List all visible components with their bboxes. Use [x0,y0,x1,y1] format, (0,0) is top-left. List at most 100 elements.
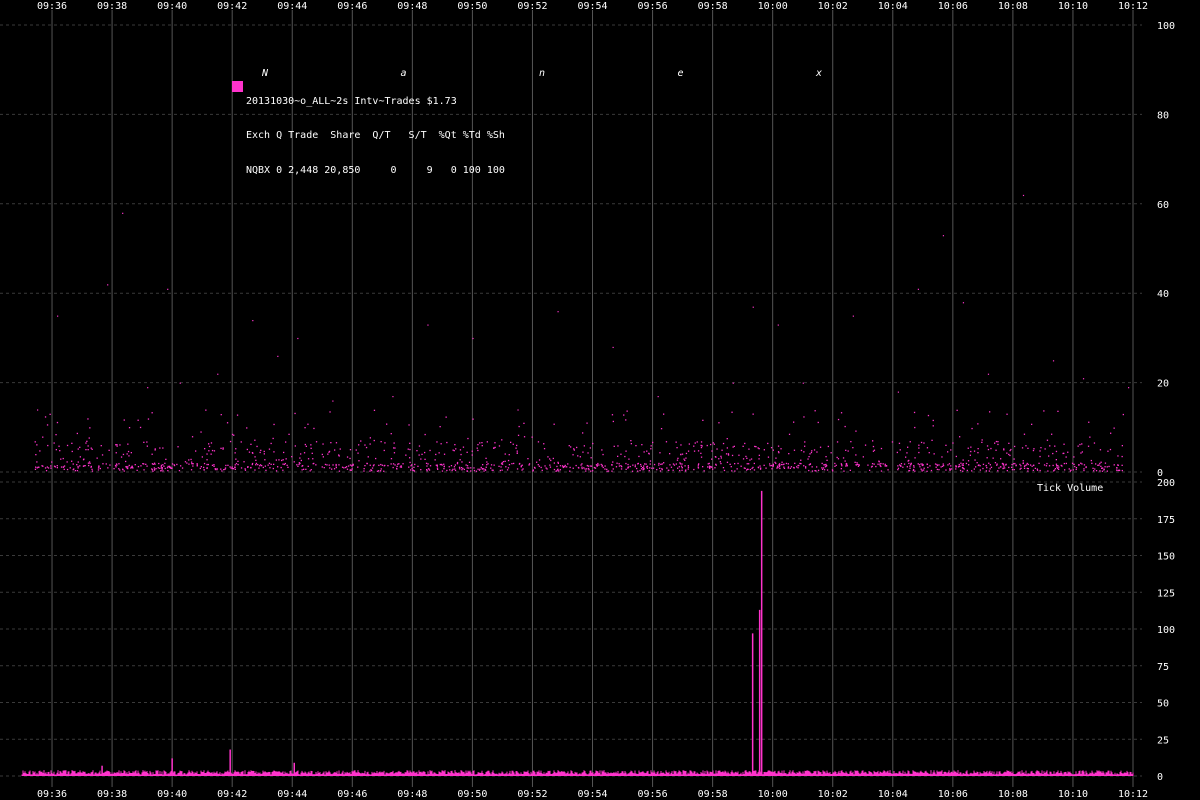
scatter-point [587,467,590,470]
scatter-point [466,451,468,453]
scatter-point [466,467,468,469]
scatter-point [521,464,523,466]
scatter-point [459,468,461,470]
scatter-point [668,469,670,471]
scatter-point [1051,433,1053,435]
scatter-point [987,373,990,375]
scatter-point [834,465,836,467]
scatter-point [1072,469,1074,471]
scatter-point [794,462,796,464]
scatter-point [1102,467,1104,469]
scatter-point [107,284,109,286]
scatter-point [108,449,110,451]
scatter-point [559,469,561,471]
scatter-point [780,448,782,450]
scatter-point [220,447,222,449]
scatter-point [1085,466,1087,468]
scatter-point [1039,450,1041,452]
scatter-point [677,467,679,469]
x-tick-top-1010: 10:10 [1058,1,1088,12]
scatter-point [152,470,154,472]
scatter-point [1056,466,1058,468]
scatter-point [196,463,198,465]
scatter-point [929,465,931,467]
scatter-point [580,464,582,466]
scatter-point [522,468,524,470]
scatter-point [660,463,662,465]
scatter-point [258,467,260,469]
scatter-point [483,470,485,472]
x-tick-top-1004: 10:04 [878,1,908,12]
scatter-point [364,444,366,446]
scatter-point [1039,469,1041,472]
scatter-point [572,454,574,456]
scatter-point [950,465,952,467]
scatter-point [658,464,660,466]
scatter-point [992,457,994,459]
y-tick-lower-200: 200 [1157,478,1175,489]
scatter-point [720,455,722,457]
scatter-point [821,467,823,469]
scatter-point [248,451,251,453]
scatter-point [1104,466,1106,468]
scatter-point [1009,454,1011,457]
scatter-point [1055,450,1058,453]
scatter-point [811,470,814,472]
scatter-point [945,469,947,471]
scatter-point [730,466,732,468]
scatter-point [1127,387,1130,389]
scatter-point [645,463,647,465]
scatter-point [62,466,65,468]
scatter-point [597,462,599,465]
scatter-point [151,453,153,455]
scatter-point [151,469,153,471]
scatter-point [805,466,807,468]
scatter-point [498,445,501,447]
scatter-point [990,466,993,468]
scatter-point [294,412,296,415]
scatter-point [378,464,380,466]
scatter-point [737,462,739,465]
scatter-point [556,469,559,471]
y-tick-lower-75: 75 [1157,662,1169,673]
scatter-point [867,464,869,466]
x-tick-bottom-0940: 09:40 [157,789,187,800]
scatter-point [973,468,975,470]
scatter-point [55,449,57,451]
scatter-point [1116,469,1118,471]
scatter-point [191,461,193,463]
scatter-point [891,441,894,443]
scatter-point [220,414,222,416]
scatter-point [380,463,382,466]
scatter-point [1080,462,1082,464]
scatter-point [102,463,104,465]
scatter-point [90,465,92,468]
scatter-point [708,462,710,465]
scatter-point [224,468,226,470]
scatter-point [208,445,211,448]
scatter-point [210,442,213,444]
x-tick-bottom-0948: 09:48 [397,789,427,800]
y-tick-upper-100: 100 [1157,21,1175,32]
scatter-point [805,467,807,469]
scatter-point [721,449,723,451]
scatter-point [734,463,736,465]
scatter-point [771,468,773,470]
scatter-point [435,453,437,456]
scatter-point [1026,467,1028,470]
scatter-point [164,462,166,464]
x-tick-bottom-0946: 09:46 [337,789,367,800]
scatter-point [272,437,274,440]
scatter-point [625,419,627,421]
scatter-point [460,467,463,469]
scatter-point [291,456,293,458]
scatter-point [649,467,651,469]
scatter-point [127,443,129,445]
scatter-point [435,464,437,466]
scatter-point [191,463,193,465]
scatter-point [634,466,636,468]
scatter-point [1075,468,1077,471]
scatter-point [247,466,249,468]
scatter-point [544,465,546,467]
y-tick-upper-80: 80 [1157,110,1169,121]
